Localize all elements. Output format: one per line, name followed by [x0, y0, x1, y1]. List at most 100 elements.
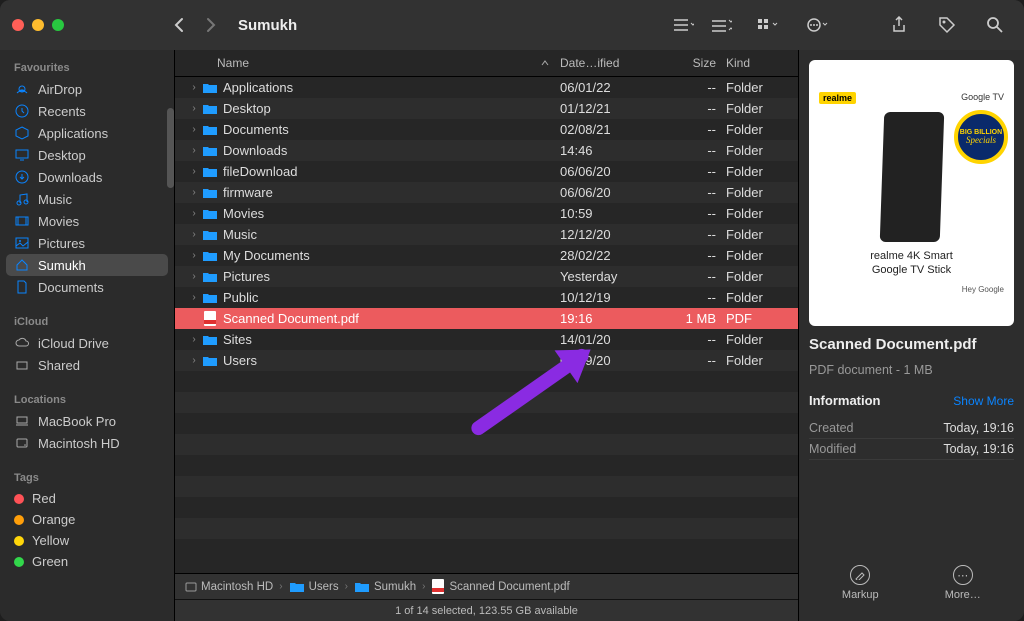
sidebar-item-recents[interactable]: Recents [6, 100, 168, 122]
sidebar-item-orange[interactable]: Orange [6, 509, 168, 530]
view-list-icon[interactable] [666, 12, 700, 38]
file-kind: PDF [726, 311, 786, 326]
file-date: 04/09/20 [560, 353, 664, 368]
col-date[interactable]: Date…ified [560, 56, 664, 70]
sidebar-item-downloads[interactable]: Downloads [6, 166, 168, 188]
file-row[interactable]: ›Applications06/01/22--Folder [175, 77, 798, 98]
file-row[interactable]: ›Users04/09/20--Folder [175, 350, 798, 371]
sidebar-item-red[interactable]: Red [6, 488, 168, 509]
scrollbar[interactable] [167, 108, 174, 188]
disclosure-icon[interactable]: › [187, 145, 201, 156]
empty-row [175, 434, 798, 455]
sidebar-item-green[interactable]: Green [6, 551, 168, 572]
sidebar-item-pictures[interactable]: Pictures [6, 232, 168, 254]
sidebar-label: Movies [38, 214, 79, 229]
zoom-button[interactable] [52, 19, 64, 31]
col-name[interactable]: Name [217, 56, 249, 70]
file-row[interactable]: ›Downloads14:46--Folder [175, 140, 798, 161]
clock-icon [14, 103, 30, 119]
markup-action[interactable]: Markup [825, 565, 895, 601]
tag-dot [14, 494, 24, 504]
movie-icon [14, 213, 30, 229]
more-action[interactable]: ⋯ More… [928, 565, 998, 601]
app-icon [14, 125, 30, 141]
sidebar-item-yellow[interactable]: Yellow [6, 530, 168, 551]
disclosure-icon[interactable]: › [187, 166, 201, 177]
col-kind[interactable]: Kind [726, 56, 786, 70]
view-options-icon[interactable] [752, 12, 786, 38]
disclosure-icon[interactable]: › [187, 229, 201, 240]
sidebar-item-macbook-pro[interactable]: MacBook Pro [6, 410, 168, 432]
disclosure-icon[interactable]: › [187, 355, 201, 366]
file-view: Name Date…ified Size Kind ›Applications0… [175, 50, 798, 621]
file-row[interactable]: Scanned Document.pdf19:161 MBPDF [175, 308, 798, 329]
back-button[interactable] [166, 12, 192, 38]
show-more-link[interactable]: Show More [953, 394, 1014, 408]
file-row[interactable]: ›Desktop01/12/21--Folder [175, 98, 798, 119]
action-menu-icon[interactable] [800, 12, 834, 38]
sidebar-label: Sumukh [38, 258, 86, 273]
disclosure-icon[interactable]: › [187, 292, 201, 303]
sidebar-item-desktop[interactable]: Desktop [6, 144, 168, 166]
file-row[interactable]: ›Music12/12/20--Folder [175, 224, 798, 245]
chevron-right-icon: › [345, 581, 348, 592]
sidebar-item-airdrop[interactable]: AirDrop [6, 78, 168, 100]
close-button[interactable] [12, 19, 24, 31]
sidebar[interactable]: FavouritesAirDropRecentsApplicationsDesk… [0, 50, 175, 621]
file-row[interactable]: ›firmware06/06/20--Folder [175, 182, 798, 203]
file-date: 02/08/21 [560, 122, 664, 137]
sidebar-item-documents[interactable]: Documents [6, 276, 168, 298]
path-segment[interactable]: Macintosh HD [185, 581, 273, 593]
file-kind: Folder [726, 143, 786, 158]
cloud-icon [14, 335, 30, 351]
file-size: -- [664, 101, 726, 116]
share-icon[interactable] [882, 12, 916, 38]
forward-button[interactable] [198, 12, 224, 38]
path-segment[interactable]: Sumukh [354, 581, 416, 593]
sidebar-item-music[interactable]: Music [6, 188, 168, 210]
file-date: 06/06/20 [560, 185, 664, 200]
file-row[interactable]: ›fileDownload06/06/20--Folder [175, 161, 798, 182]
disclosure-icon[interactable]: › [187, 334, 201, 345]
path-segment[interactable]: Scanned Document.pdf [431, 579, 569, 594]
empty-row [175, 371, 798, 392]
sidebar-item-movies[interactable]: Movies [6, 210, 168, 232]
sidebar-item-shared[interactable]: Shared [6, 354, 168, 376]
file-row[interactable]: ›Documents02/08/21--Folder [175, 119, 798, 140]
file-row[interactable]: ›PicturesYesterday--Folder [175, 266, 798, 287]
disclosure-icon[interactable]: › [187, 103, 201, 114]
col-size[interactable]: Size [664, 56, 726, 70]
search-icon[interactable] [978, 12, 1012, 38]
file-date: 14/01/20 [560, 332, 664, 347]
file-row[interactable]: ›Movies10:59--Folder [175, 203, 798, 224]
disclosure-icon[interactable]: › [187, 208, 201, 219]
window-title: Sumukh [238, 17, 297, 34]
folder-icon [201, 334, 219, 346]
path-segment[interactable]: Users [289, 581, 339, 593]
column-headers[interactable]: Name Date…ified Size Kind [175, 50, 798, 77]
file-list[interactable]: ›Applications06/01/22--Folder›Desktop01/… [175, 77, 798, 573]
sidebar-item-applications[interactable]: Applications [6, 122, 168, 144]
file-row[interactable]: ›My Documents28/02/22--Folder [175, 245, 798, 266]
titlebar: Sumukh [0, 0, 1024, 50]
disclosure-icon[interactable]: › [187, 82, 201, 93]
sidebar-label: Downloads [38, 170, 102, 185]
disclosure-icon[interactable]: › [187, 124, 201, 135]
file-row[interactable]: ›Sites14/01/20--Folder [175, 329, 798, 350]
tags-icon[interactable] [930, 12, 964, 38]
preview-thumbnail[interactable]: realme Google TV BIG BILLION Specials re… [809, 60, 1014, 326]
folder-icon [201, 250, 219, 262]
path-bar[interactable]: Macintosh HD›Users›Sumukh›Scanned Docume… [175, 573, 798, 599]
minimize-button[interactable] [32, 19, 44, 31]
info-value: Today, 19:16 [943, 442, 1014, 456]
path-icon [289, 581, 305, 593]
disclosure-icon[interactable]: › [187, 250, 201, 261]
file-row[interactable]: ›Public10/12/19--Folder [175, 287, 798, 308]
sidebar-item-macintosh-hd[interactable]: Macintosh HD [6, 432, 168, 454]
disclosure-icon[interactable]: › [187, 187, 201, 198]
sidebar-label: Music [38, 192, 72, 207]
sidebar-item-icloud-drive[interactable]: iCloud Drive [6, 332, 168, 354]
view-group-icon[interactable] [704, 12, 738, 38]
disclosure-icon[interactable]: › [187, 271, 201, 282]
sidebar-item-sumukh[interactable]: Sumukh [6, 254, 168, 276]
